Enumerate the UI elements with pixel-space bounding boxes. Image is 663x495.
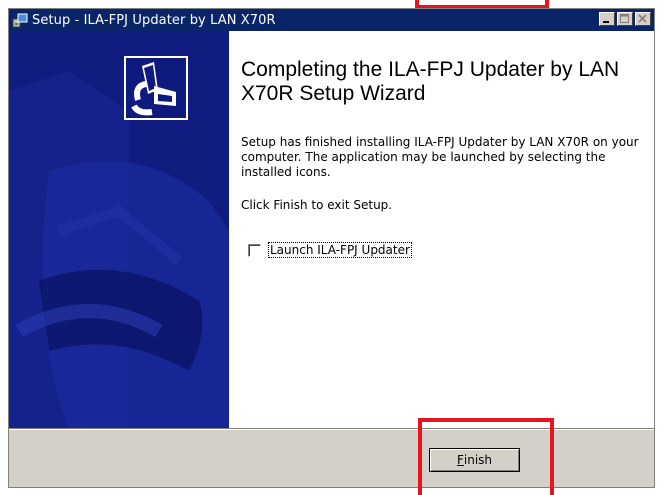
- banner-artwork: [9, 31, 229, 428]
- wizard-side-banner: [9, 31, 229, 428]
- minimize-button[interactable]: [599, 12, 615, 26]
- maximize-button[interactable]: [617, 12, 633, 26]
- completion-message: Setup has finished installing ILA-FPJ Up…: [241, 135, 639, 179]
- launch-checkbox-label[interactable]: Launch ILA-FPJ Updater: [268, 242, 412, 258]
- maximize-icon: [620, 14, 629, 23]
- installer-computer-icon: [126, 58, 186, 118]
- close-icon: [638, 14, 647, 23]
- wizard-icon-box: [124, 56, 188, 120]
- title-bar[interactable]: Setup - ILA-FPJ Updater by LAN X70R: [9, 9, 654, 31]
- launch-checkbox[interactable]: [248, 243, 261, 257]
- annotation-highlight-finish: [418, 418, 554, 495]
- page-title: Completing the ILA-FPJ Updater by LAN X7…: [241, 58, 620, 105]
- setup-wizard-window: Setup - ILA-FPJ Updater by LAN X70R Comp…: [8, 8, 655, 488]
- finish-instruction: Click Finish to exit Setup.: [241, 198, 393, 212]
- close-button[interactable]: [635, 12, 651, 26]
- footer-divider-highlight: [9, 429, 654, 430]
- wizard-content: Completing the ILA-FPJ Updater by LAN X7…: [9, 31, 654, 428]
- window-controls: [599, 12, 651, 26]
- minimize-icon: [603, 21, 609, 23]
- setup-app-icon: [12, 13, 28, 28]
- window-title: Setup - ILA-FPJ Updater by LAN X70R: [32, 12, 276, 28]
- launch-checkbox-row[interactable]: Launch ILA-FPJ Updater: [248, 242, 412, 258]
